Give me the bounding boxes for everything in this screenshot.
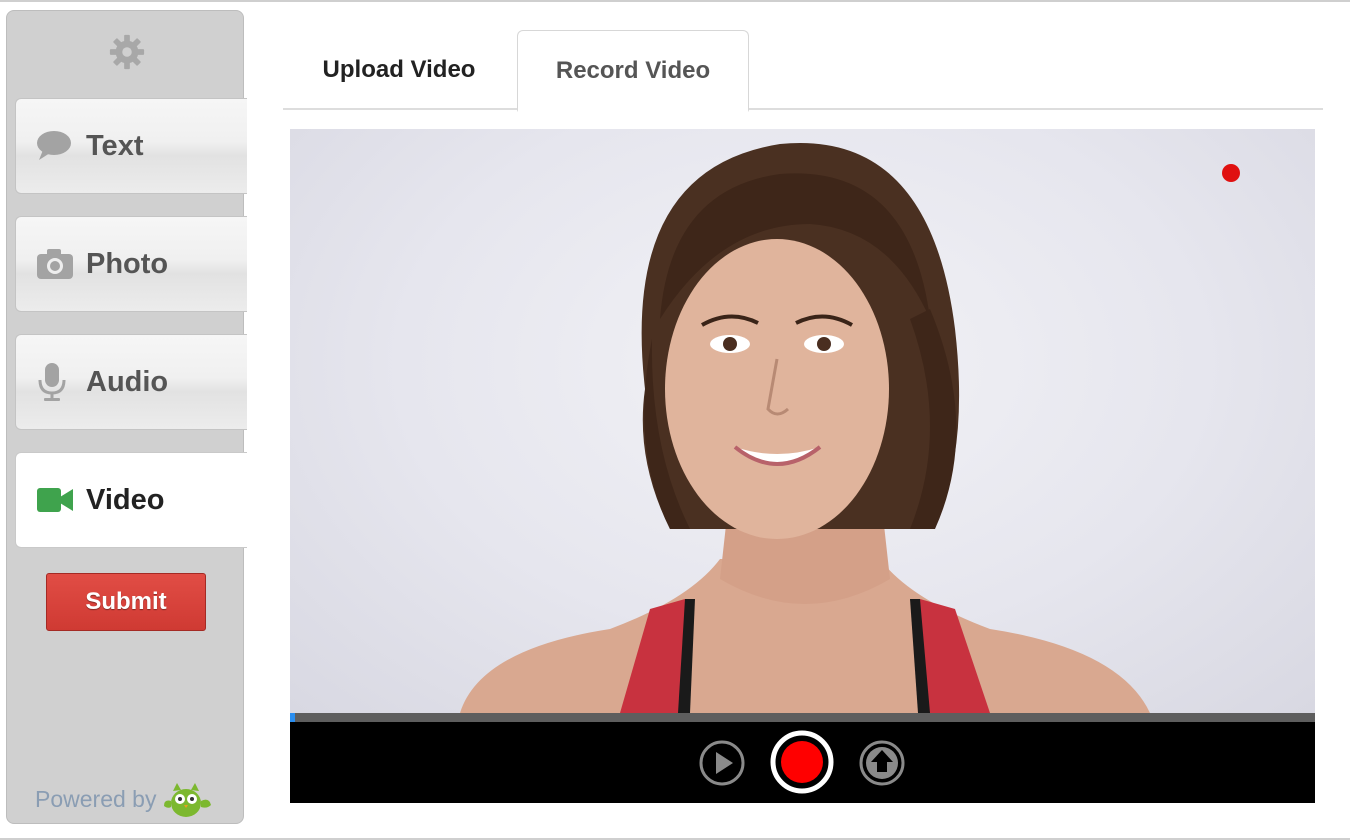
video-camera-icon: [36, 481, 74, 519]
progress-fill: [290, 713, 296, 722]
submit-button[interactable]: Submit: [46, 573, 206, 631]
owl-logo-icon: [164, 783, 212, 817]
progress-bar[interactable]: [290, 713, 1315, 722]
speech-bubble-icon: [36, 127, 74, 165]
recorder-page: Text Photo Audio Video Submit Powered by…: [0, 0, 1350, 840]
sidebar-item-audio[interactable]: Audio: [15, 334, 247, 430]
camera-icon: [36, 245, 74, 283]
gear-icon[interactable]: [108, 33, 146, 71]
sidebar-item-video[interactable]: Video: [15, 452, 247, 548]
sidebar-item-label: Audio: [86, 365, 169, 398]
powered-by[interactable]: Powered by: [35, 779, 214, 819]
recording-indicator: [1222, 164, 1240, 182]
powered-by-text: Powered by: [35, 785, 157, 812]
record-icon[interactable]: [770, 730, 834, 794]
video-tabs: Upload Video Record Video: [283, 30, 1323, 112]
video-preview: [290, 129, 1315, 713]
sidebar-item-text[interactable]: Text: [15, 98, 247, 194]
microphone-icon: [36, 363, 74, 401]
upload-icon[interactable]: [858, 739, 906, 787]
sidebar-item-label: Video: [86, 483, 165, 516]
sidebar-item-photo[interactable]: Photo: [15, 216, 247, 312]
tab-upload-video[interactable]: Upload Video: [283, 30, 515, 110]
play-icon[interactable]: [698, 739, 746, 787]
tab-record-video[interactable]: Record Video: [517, 30, 749, 112]
sidebar: Text Photo Audio Video Submit Powered by: [6, 10, 247, 824]
player-controls: [290, 722, 1315, 803]
sidebar-item-label: Photo: [86, 247, 169, 280]
sidebar-item-label: Text: [86, 129, 144, 162]
video-player: [290, 129, 1315, 803]
webcam-person-image: [460, 142, 1150, 713]
